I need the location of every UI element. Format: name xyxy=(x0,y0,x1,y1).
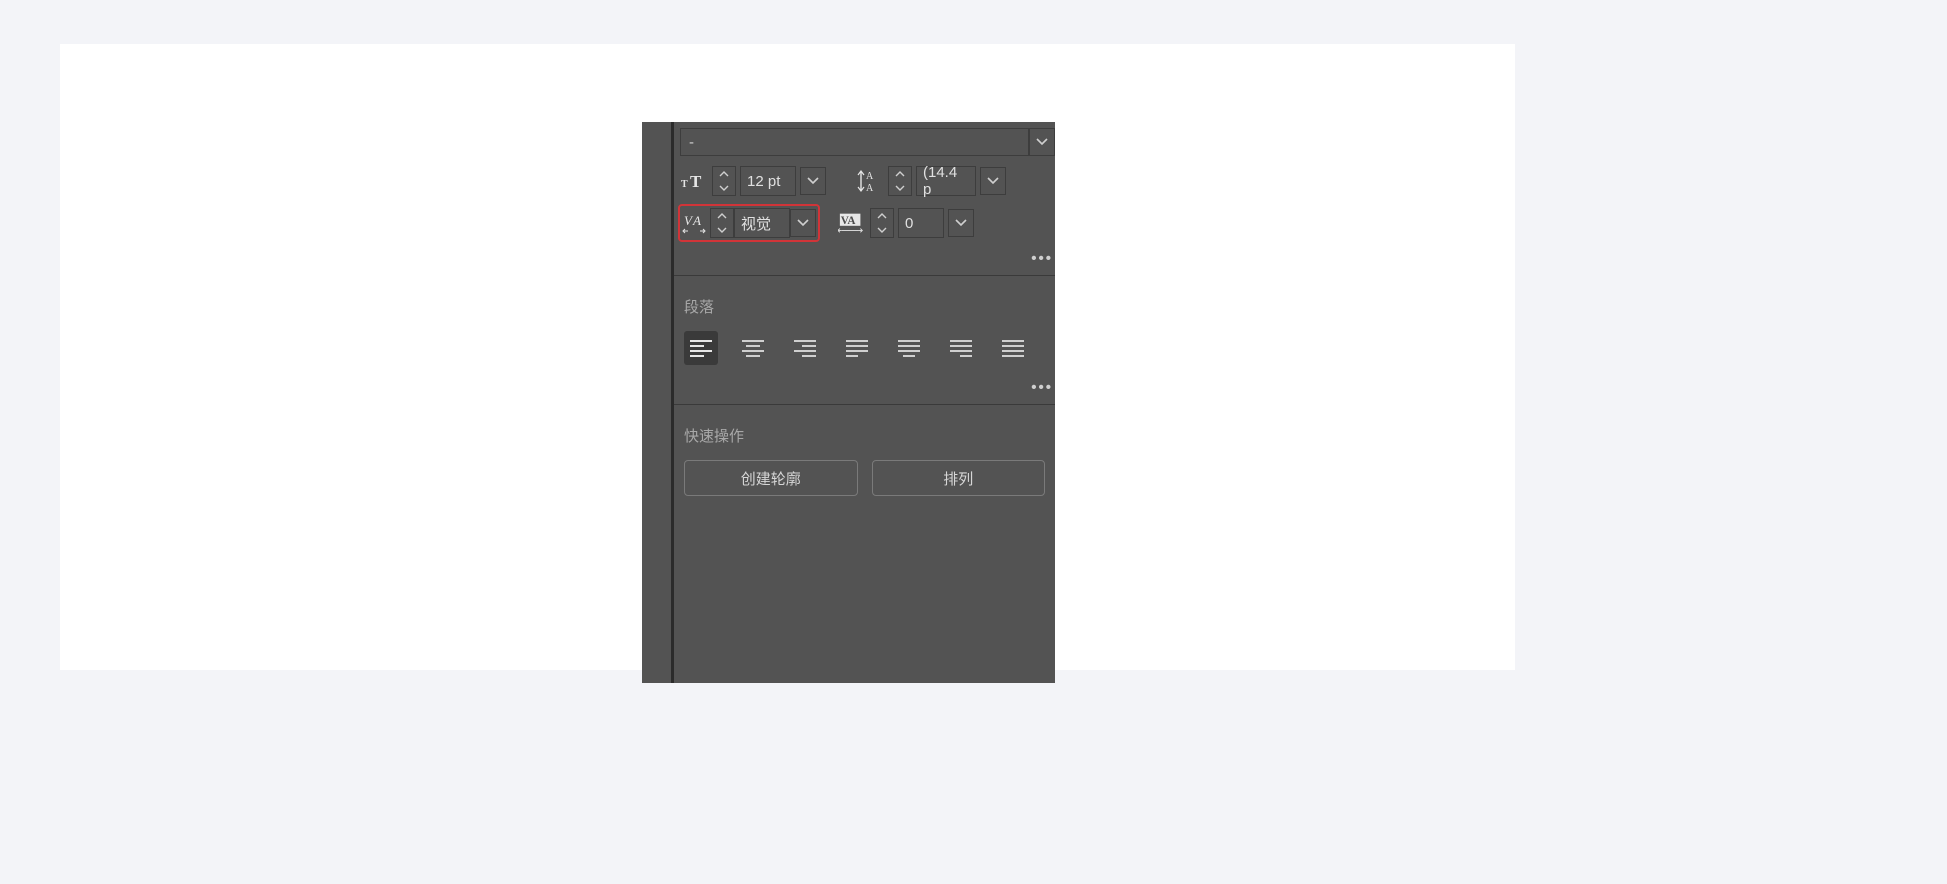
align-right-button[interactable] xyxy=(788,331,822,365)
tracking-stepper[interactable] xyxy=(870,208,894,238)
justify-left-button[interactable] xyxy=(840,331,874,365)
panel-left-strip xyxy=(642,122,674,683)
kerning-stepper[interactable] xyxy=(710,208,734,238)
font-size-field[interactable]: 12 pt xyxy=(740,166,796,196)
arrange-button[interactable]: 排列 xyxy=(872,460,1046,496)
leading-value: (14.4 p xyxy=(923,164,969,198)
font-family-row: - xyxy=(674,122,1055,162)
properties-panel: - T T 12 pt xyxy=(642,122,1055,683)
kerning-icon: V A xyxy=(682,209,710,237)
svg-text:A: A xyxy=(866,183,874,193)
font-size-icon: T T xyxy=(680,167,708,195)
leading-stepper[interactable] xyxy=(888,166,912,196)
align-left-button[interactable] xyxy=(684,331,718,365)
font-size-stepper[interactable] xyxy=(712,166,736,196)
justify-center-icon xyxy=(898,339,920,357)
svg-text:VA: VA xyxy=(841,215,856,227)
align-left-icon xyxy=(690,339,712,357)
create-outline-button[interactable]: 创建轮廓 xyxy=(684,460,858,496)
justify-right-icon xyxy=(950,339,972,357)
align-center-icon xyxy=(742,339,764,357)
svg-text:A: A xyxy=(866,171,874,182)
tracking-value: 0 xyxy=(905,215,913,232)
tracking-field[interactable]: 0 xyxy=(898,208,944,238)
arrange-label: 排列 xyxy=(943,468,973,489)
svg-text:T: T xyxy=(681,179,688,190)
align-center-button[interactable] xyxy=(736,331,770,365)
svg-text:T: T xyxy=(690,172,702,191)
paragraph-section-title: 段落 xyxy=(674,276,1055,331)
justify-center-button[interactable] xyxy=(892,331,926,365)
kerning-tracking-row: V A 视觉 xyxy=(674,200,1055,246)
more-options-paragraph[interactable]: ••• xyxy=(674,375,1055,404)
chevron-down-icon xyxy=(955,219,967,227)
font-family-dropdown[interactable] xyxy=(1029,128,1055,156)
panel-body: - T T 12 pt xyxy=(674,122,1055,683)
kerning-field[interactable]: 视觉 xyxy=(734,208,790,238)
quick-actions-title: 快速操作 xyxy=(674,405,1055,460)
align-right-icon xyxy=(794,339,816,357)
kerning-highlight: V A 视觉 xyxy=(678,204,820,242)
justify-left-icon xyxy=(846,339,868,357)
justify-all-button[interactable] xyxy=(996,331,1030,365)
font-family-field[interactable]: - xyxy=(680,128,1029,156)
quick-actions-row: 创建轮廓 排列 xyxy=(674,460,1055,496)
font-family-value: - xyxy=(689,134,694,151)
font-size-dropdown[interactable] xyxy=(800,167,826,195)
chevron-down-icon xyxy=(807,177,819,185)
font-size-value: 12 pt xyxy=(747,173,780,190)
justify-all-icon xyxy=(1002,339,1024,357)
more-options-character[interactable]: ••• xyxy=(674,246,1055,275)
svg-text:A: A xyxy=(692,213,701,228)
justify-right-button[interactable] xyxy=(944,331,978,365)
leading-dropdown[interactable] xyxy=(980,167,1006,195)
chevron-down-icon xyxy=(987,177,999,185)
leading-field[interactable]: (14.4 p xyxy=(916,166,976,196)
chevron-down-icon xyxy=(1036,138,1048,146)
leading-icon: A A xyxy=(856,167,884,195)
tracking-icon: VA xyxy=(838,209,866,237)
tracking-dropdown[interactable] xyxy=(948,209,974,237)
create-outline-label: 创建轮廓 xyxy=(741,468,801,489)
chevron-down-icon xyxy=(797,219,809,227)
alignment-row xyxy=(674,331,1055,375)
size-leading-row: T T 12 pt xyxy=(674,162,1055,200)
content-card: - T T 12 pt xyxy=(60,44,1515,670)
kerning-value: 视觉 xyxy=(741,213,771,234)
kerning-dropdown[interactable] xyxy=(790,209,816,237)
